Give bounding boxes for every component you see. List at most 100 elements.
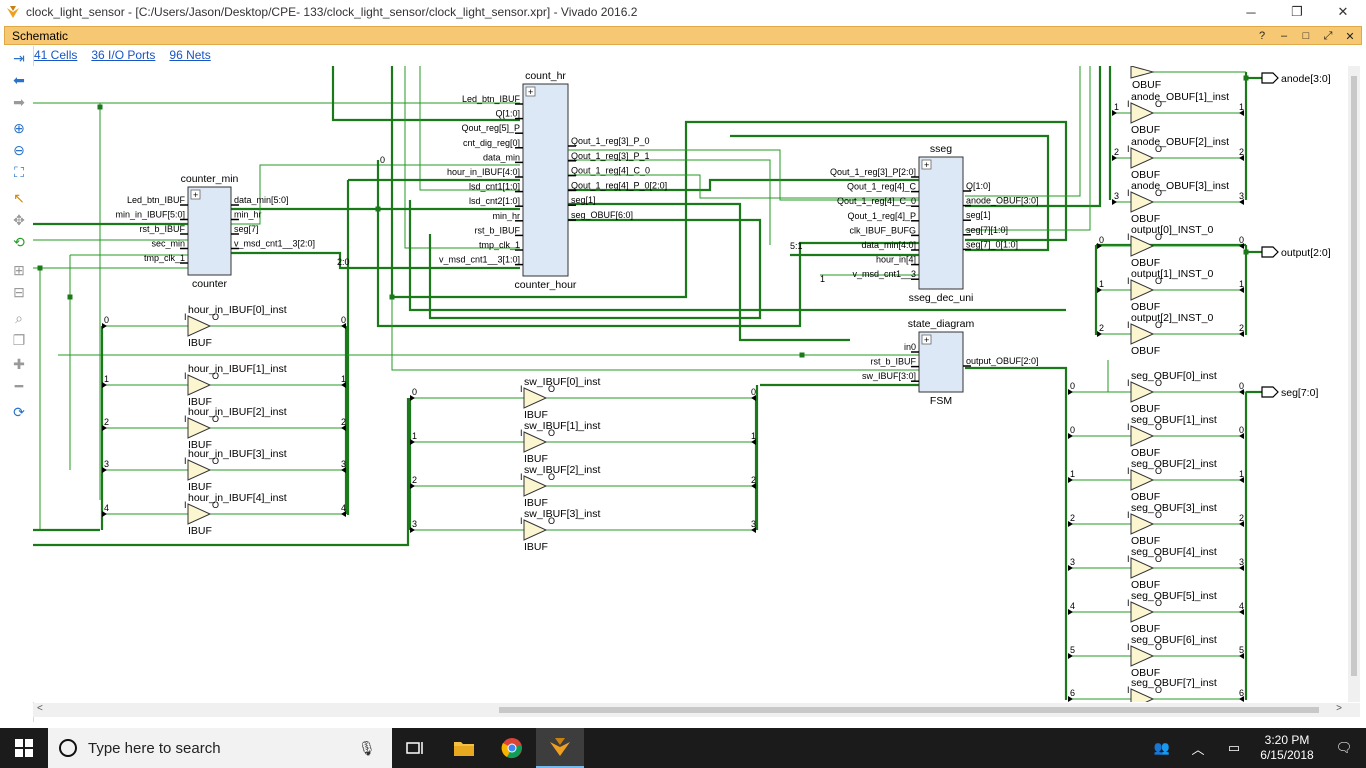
schematic-canvas[interactable]: counter_min + Led_btn_IBUF min_in_IBUF[5:0]…: [33, 66, 1347, 702]
panel-close-button[interactable]: ✕: [1343, 30, 1357, 43]
counter-min-body: [187, 186, 232, 276]
pin-o-label: O: [548, 384, 555, 394]
net-wire: [965, 366, 1068, 700]
junction-dot: [389, 294, 395, 300]
start-button[interactable]: [0, 728, 48, 768]
taskbar-clock[interactable]: 3:20 PM 6/15/2018: [1252, 733, 1322, 763]
remove-icon[interactable]: ━: [9, 376, 29, 396]
cells-link[interactable]: 41 Cells: [34, 48, 77, 62]
pin-o-label: O: [548, 472, 555, 482]
scroll-right-icon[interactable]: >: [1336, 703, 1342, 714]
chrome-button[interactable]: [488, 728, 536, 768]
copy-icon[interactable]: ❐: [9, 330, 29, 350]
chevron-up-icon[interactable]: ︿: [1180, 728, 1216, 768]
bit-index: 0: [751, 387, 756, 397]
counter-min-output-label: data_min[5:0]: [234, 195, 289, 205]
panel-minimize-button[interactable]: –: [1277, 30, 1291, 42]
vivado-taskbar-button[interactable]: [536, 728, 584, 768]
count-hr-output-label: Qout_1_reg[4]_C_0: [571, 166, 650, 176]
sw-ibuf-symbol: [523, 475, 548, 497]
sseg-input-label: data_min[4:0]: [861, 240, 916, 250]
bit-index: 0: [104, 315, 109, 325]
folder-icon: [454, 742, 474, 756]
seg-obuf-label: seg_OBUF[5]_inst: [1131, 590, 1217, 602]
clock-date: 6/15/2018: [1260, 748, 1314, 762]
anode-port-symbol: [1261, 72, 1279, 84]
display-icon[interactable]: ▭: [1216, 728, 1252, 768]
expand-icon[interactable]: ⊞: [9, 260, 29, 280]
add-icon[interactable]: ✚: [9, 354, 29, 374]
sw-ibuf-label: sw_IBUF[1]_inst: [524, 420, 601, 432]
bus-label: 1: [820, 274, 825, 284]
seg-port-label: seg[7:0]: [1281, 387, 1318, 399]
taskbar-search[interactable]: Type here to search 🎙: [48, 728, 392, 768]
help-button[interactable]: ?: [1255, 30, 1269, 42]
seg-obuf-symbol: [1130, 688, 1155, 702]
panel-maximize-button[interactable]: □: [1299, 30, 1313, 42]
bit-index: 0: [412, 387, 417, 397]
io-ports-link[interactable]: 36 I/O Ports: [91, 48, 155, 62]
select-icon[interactable]: ↖: [9, 188, 29, 208]
pin-i-label: I: [1127, 422, 1130, 432]
summary-links: 41 Cells 36 I/O Ports 96 Nets: [34, 46, 211, 64]
seg-obuf-label: seg_OBUF[0]_inst: [1131, 370, 1217, 382]
bit-index: 4: [104, 503, 109, 513]
search-placeholder: Type here to search: [88, 739, 221, 757]
schematic-diagram[interactable]: counter_min + Led_btn_IBUF min_in_IBUF[5:0]…: [33, 66, 1347, 702]
sseg-input-label: clk_IBUF_BUFG: [849, 225, 916, 235]
task-view-button[interactable]: [392, 728, 440, 768]
notification-icon[interactable]: 🗨: [1322, 728, 1366, 768]
pin-i-label: I: [184, 371, 187, 381]
bus-label: 5:1: [790, 241, 803, 251]
refresh-icon[interactable]: ⟳: [9, 402, 29, 422]
regenerate-icon[interactable]: ⟲: [9, 232, 29, 252]
fit-icon[interactable]: ⇥: [9, 48, 29, 68]
search-icon[interactable]: ⌕: [9, 308, 29, 328]
output-obuf-symbol: [1130, 235, 1155, 257]
net-wire: [391, 297, 920, 371]
clock-time: 3:20 PM: [1264, 733, 1310, 747]
microphone-icon[interactable]: 🎙: [358, 740, 378, 757]
junction-dot: [375, 206, 381, 212]
anode-obuf-label: anode_OBUF[3]_inst: [1131, 180, 1229, 192]
seg-obuf-symbol: [1130, 469, 1155, 491]
pin-o-label: O: [1155, 144, 1162, 154]
count-hr-input-label: data_min: [483, 152, 520, 162]
zoom-in-icon[interactable]: ⊕: [9, 118, 29, 138]
seg-obuf-symbol: [1130, 425, 1155, 447]
count-hr-input-label: Qout_reg[5]_P: [461, 123, 520, 133]
bit-index: 0: [341, 315, 346, 325]
horizontal-scrollbar[interactable]: < >: [33, 703, 1360, 717]
zoom-out-icon[interactable]: ⊖: [9, 140, 29, 160]
bit-index: 5: [1239, 645, 1244, 655]
forward-icon[interactable]: ➡: [9, 92, 29, 112]
nets-link[interactable]: 96 Nets: [169, 48, 210, 62]
restore-button[interactable]: ❐: [1274, 0, 1320, 24]
pin-i-label: I: [184, 312, 187, 322]
route-icon[interactable]: ✥: [9, 210, 29, 230]
collapse-icon[interactable]: ⊟: [9, 282, 29, 302]
bit-index: 1: [1114, 102, 1119, 112]
count-hr-input-label: tmp_clk_1: [479, 240, 520, 250]
pin-o-label: O: [1155, 685, 1162, 695]
vertical-scrollbar[interactable]: [1348, 66, 1360, 702]
hour-ibuf-label: hour_in_IBUF[1]_inst: [188, 363, 287, 375]
file-explorer-button[interactable]: [440, 728, 488, 768]
pin-i-label: I: [1127, 510, 1130, 520]
count-hr-type: counter_hour: [515, 279, 577, 291]
sseg-input-label: Qout_1_reg[4]_C_0: [837, 196, 916, 206]
panel-float-button[interactable]: ⤢: [1321, 30, 1335, 43]
count-hr-input-label: min_hr: [492, 211, 520, 221]
back-icon[interactable]: ⬅: [9, 70, 29, 90]
pin-i-label: I: [1127, 598, 1130, 608]
scroll-left-icon[interactable]: <: [37, 703, 43, 714]
close-button[interactable]: ✕: [1320, 0, 1366, 24]
bit-index: 3: [341, 459, 346, 469]
people-icon[interactable]: 👥: [1144, 728, 1180, 768]
net-wire: [331, 66, 520, 122]
counter-min-input-label: min_in_IBUF[5:0]: [115, 210, 185, 220]
zoom-fit-icon[interactable]: ⛶: [9, 162, 29, 182]
bit-index: 2: [751, 475, 756, 485]
hour-ibuf-label: hour_in_IBUF[4]_inst: [188, 492, 287, 504]
minimize-button[interactable]: ─: [1228, 0, 1274, 24]
